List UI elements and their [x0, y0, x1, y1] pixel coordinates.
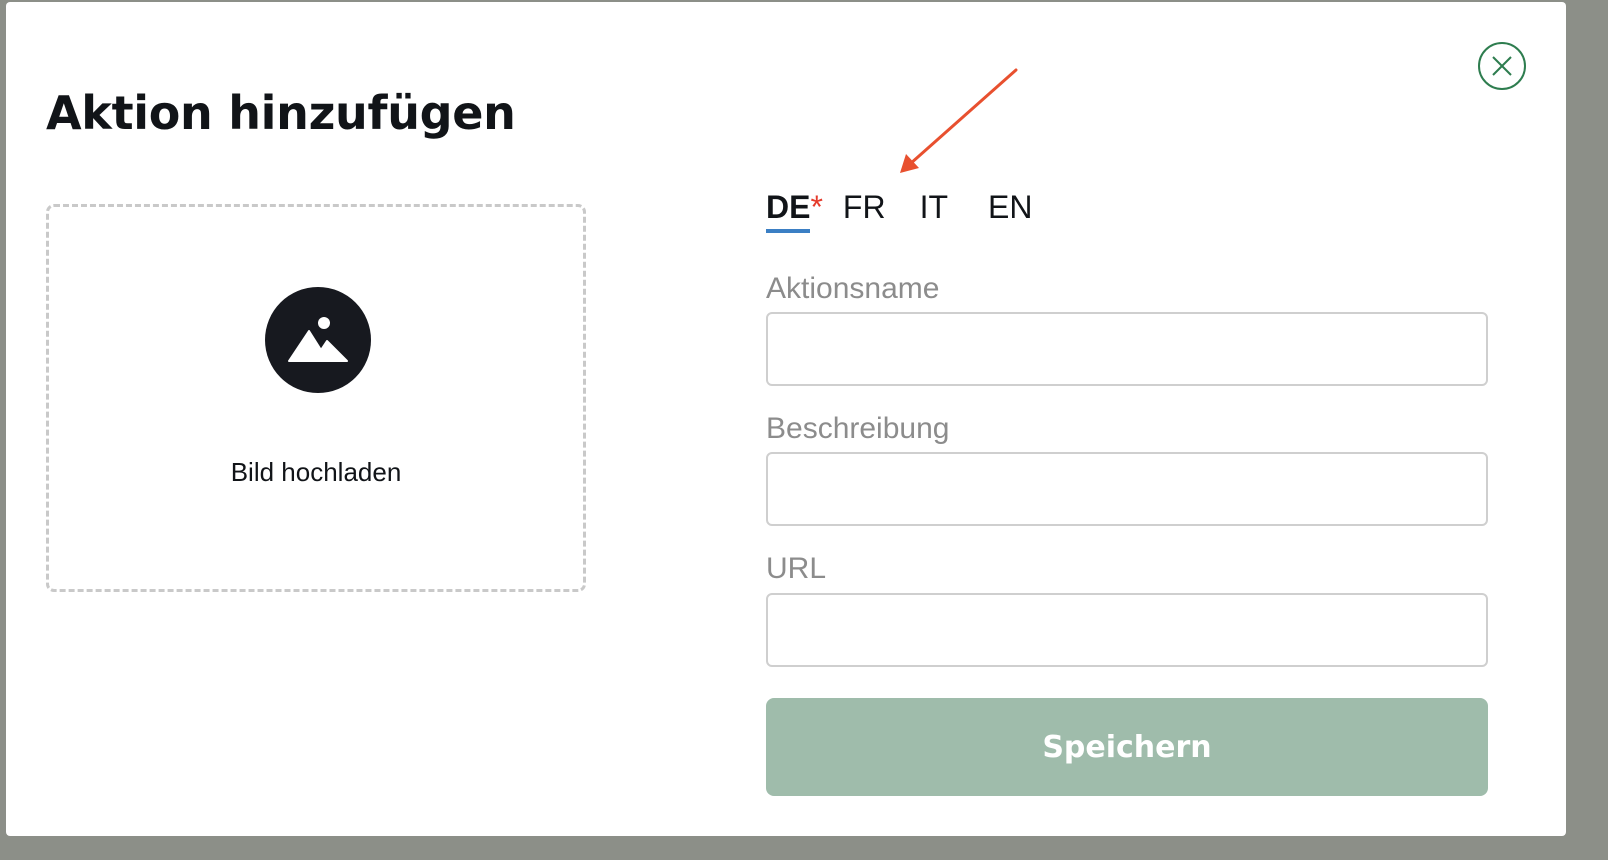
tab-it-label: IT: [919, 189, 948, 225]
annotation-arrow-icon: [900, 68, 1018, 173]
tab-de-label: DE: [766, 189, 811, 233]
action-name-label: Aktionsname: [766, 272, 940, 305]
description-label: Beschreibung: [766, 412, 950, 445]
image-icon: [265, 287, 371, 393]
upload-label: Bild hochladen: [230, 457, 402, 487]
url-label: URL: [766, 552, 827, 585]
add-action-dialog: Aktion hinzufügen Bild hochladen DE* FR …: [6, 2, 1566, 836]
page-title: Aktion hinzufügen: [46, 86, 516, 140]
image-upload-dropzone[interactable]: Bild hochladen: [46, 204, 586, 592]
tab-de[interactable]: DE*: [766, 188, 843, 234]
tab-en-label: EN: [988, 189, 1033, 225]
action-name-input[interactable]: [766, 312, 1488, 386]
save-button[interactable]: Speichern: [766, 698, 1488, 796]
close-button[interactable]: [1478, 42, 1526, 90]
tab-it[interactable]: IT: [920, 188, 948, 234]
required-marker: *: [810, 189, 823, 225]
tab-fr[interactable]: FR: [843, 188, 886, 234]
tab-fr-label: FR: [842, 189, 886, 225]
close-icon: [1492, 56, 1512, 76]
url-input[interactable]: [766, 593, 1488, 667]
tab-en[interactable]: EN: [988, 188, 1032, 234]
description-input[interactable]: [766, 452, 1488, 526]
language-tabs: DE* FR IT EN: [766, 188, 1060, 238]
